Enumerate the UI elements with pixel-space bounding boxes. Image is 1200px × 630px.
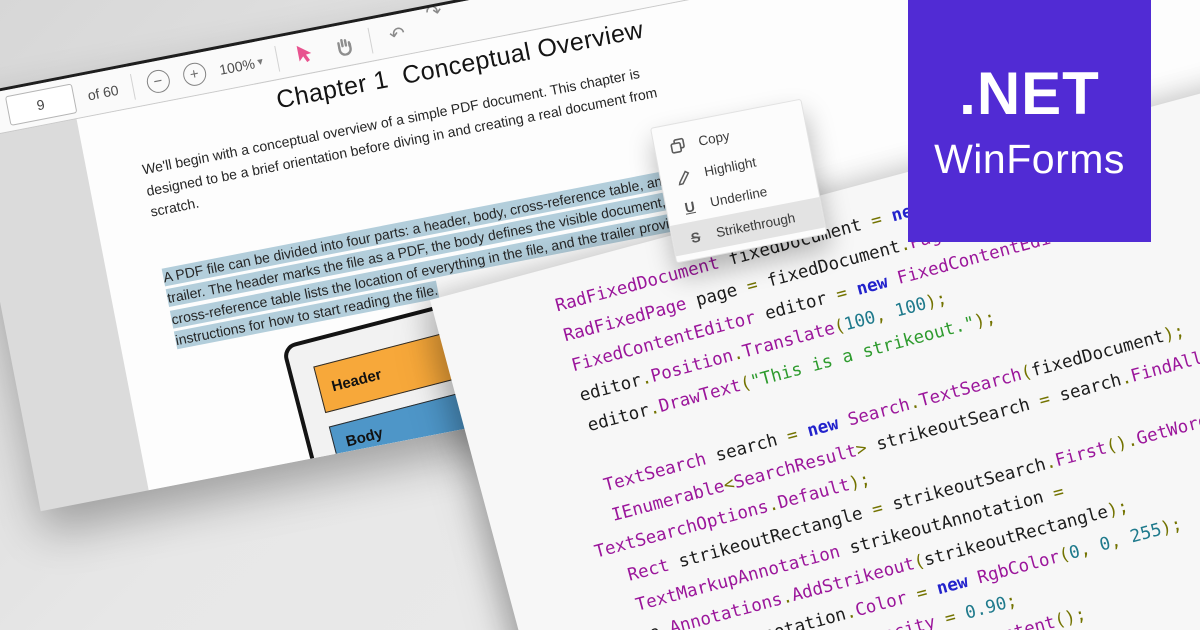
toolbar-divider	[274, 45, 281, 72]
redo-icon: ↷	[423, 0, 444, 25]
zoom-level-dropdown[interactable]: 100% ▾	[217, 53, 265, 78]
pointer-cursor-icon	[296, 45, 312, 62]
diagram-header-label: Header	[329, 365, 384, 395]
copy-icon	[670, 137, 685, 154]
diagram-body-label: Body	[344, 424, 385, 451]
zoom-out-button[interactable]: −	[144, 67, 172, 95]
menu-item-label: Strikethrough	[714, 210, 797, 241]
pan-tool-button[interactable]	[328, 30, 358, 60]
hand-icon	[337, 38, 352, 56]
canvas: >| of 60 − + 100% ▾	[0, 0, 1200, 630]
menu-item-label: Underline	[708, 183, 769, 210]
badge-winforms-label: WinForms	[934, 136, 1125, 182]
menu-item-label: Copy	[697, 128, 731, 149]
toolbar-divider	[129, 73, 136, 100]
redo-button[interactable]: ↷	[419, 0, 449, 28]
dotnet-winforms-badge: .NET WinForms	[908, 0, 1151, 242]
strikethrough-icon: S	[689, 228, 702, 246]
highlighter-icon	[678, 169, 690, 186]
undo-button[interactable]: ↶	[382, 20, 412, 50]
context-menu: Copy Highlight U Underline S Strikethrough	[650, 98, 828, 264]
pointer-tool-button[interactable]	[289, 38, 319, 68]
underline-icon: U	[683, 197, 697, 216]
chevron-down-icon: ▾	[256, 55, 265, 69]
badge-dotnet-label: .NET	[959, 60, 1100, 127]
undo-icon: ↶	[387, 23, 408, 47]
zoom-in-button[interactable]: +	[180, 60, 208, 88]
page-number-input[interactable]	[4, 83, 77, 126]
page-total-label: of 60	[86, 81, 120, 103]
zoom-level-value: 100%	[217, 54, 257, 78]
menu-item-label: Highlight	[702, 154, 758, 180]
toolbar-divider	[367, 27, 374, 54]
